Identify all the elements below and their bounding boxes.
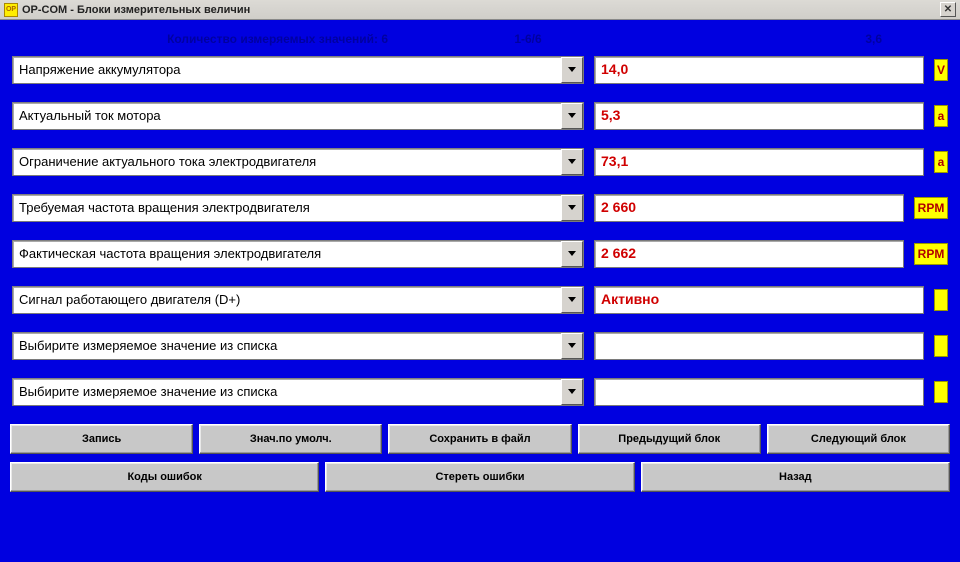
value-display: 73,1 (594, 148, 924, 176)
param-select[interactable]: Выбирите измеряемое значение из списка (12, 332, 584, 360)
save-file-button[interactable]: Сохранить в файл (388, 424, 571, 454)
param-select-text: Сигнал работающего двигателя (D+) (13, 287, 561, 313)
chevron-down-icon[interactable] (561, 103, 583, 129)
unit-label: RPM (914, 243, 948, 265)
value-display: 2 662 (594, 240, 904, 268)
param-select-text: Фактическая частота вращения электродвиг… (13, 241, 561, 267)
param-select[interactable]: Сигнал работающего двигателя (D+) (12, 286, 584, 314)
prev-block-button[interactable]: Предыдущий блок (578, 424, 761, 454)
chevron-down-icon[interactable] (561, 195, 583, 221)
chevron-down-icon[interactable] (561, 287, 583, 313)
param-select[interactable]: Фактическая частота вращения электродвиг… (12, 240, 584, 268)
param-select[interactable]: Ограничение актуального тока электродвиг… (12, 148, 584, 176)
button-row-2: Коды ошибок Стереть ошибки Назад (10, 462, 950, 492)
app-icon: OP (4, 3, 18, 17)
unit-label (934, 335, 948, 357)
clear-errors-button[interactable]: Стереть ошибки (325, 462, 634, 492)
param-select[interactable]: Напряжение аккумулятора (12, 56, 584, 84)
defaults-button[interactable]: Знач.по умолч. (199, 424, 382, 454)
value-display: Активно (594, 286, 924, 314)
unit-label (934, 289, 948, 311)
chevron-down-icon[interactable] (561, 333, 583, 359)
unit-label (934, 381, 948, 403)
chevron-down-icon[interactable] (561, 149, 583, 175)
param-select-text: Ограничение актуального тока электродвиг… (13, 149, 561, 175)
param-select-text: Напряжение аккумулятора (13, 57, 561, 83)
back-button[interactable]: Назад (641, 462, 950, 492)
measurement-rows: Напряжение аккумулятора 14,0 V Актуальный т… (10, 56, 950, 406)
unit-label: RPM (914, 197, 948, 219)
measurement-row: Фактическая частота вращения электродвиг… (10, 240, 950, 268)
param-select[interactable]: Актуальный ток мотора (12, 102, 584, 130)
record-button[interactable]: Запись (10, 424, 193, 454)
header-pace: 3,6 (628, 32, 942, 46)
unit-label: a (934, 105, 948, 127)
measurement-row: Выбирите измеряемое значение из списка (10, 332, 950, 360)
app-body: Количество измеряемых значений: 6 1-6/6 … (0, 20, 960, 562)
measurement-row: Ограничение актуального тока электродвиг… (10, 148, 950, 176)
param-select[interactable]: Выбирите измеряемое значение из списка (12, 378, 584, 406)
value-display (594, 332, 924, 360)
button-row-1: Запись Знач.по умолч. Сохранить в файл П… (10, 424, 950, 454)
unit-label: a (934, 151, 948, 173)
header-count: Количество измеряемых значений: 6 (18, 32, 428, 46)
measurement-row: Требуемая частота вращения электродвигат… (10, 194, 950, 222)
value-display: 5,3 (594, 102, 924, 130)
chevron-down-icon[interactable] (561, 57, 583, 83)
unit-label: V (934, 59, 948, 81)
param-select-text: Выбирите измеряемое значение из списка (13, 379, 561, 405)
close-button[interactable]: ✕ (940, 2, 956, 17)
measurement-row: Сигнал работающего двигателя (D+) Активно (10, 286, 950, 314)
param-select-text: Выбирите измеряемое значение из списка (13, 333, 561, 359)
measurement-row: Выбирите измеряемое значение из списка (10, 378, 950, 406)
chevron-down-icon[interactable] (561, 379, 583, 405)
window-titlebar: OP OP-COM - Блоки измерительных величин … (0, 0, 960, 20)
param-select-text: Актуальный ток мотора (13, 103, 561, 129)
value-display: 14,0 (594, 56, 924, 84)
window-title: OP-COM - Блоки измерительных величин (22, 4, 250, 16)
error-codes-button[interactable]: Коды ошибок (10, 462, 319, 492)
measurement-row: Актуальный ток мотора 5,3 a (10, 102, 950, 130)
chevron-down-icon[interactable] (561, 241, 583, 267)
next-block-button[interactable]: Следующий блок (767, 424, 950, 454)
measurement-row: Напряжение аккумулятора 14,0 V (10, 56, 950, 84)
param-select-text: Требуемая частота вращения электродвигат… (13, 195, 561, 221)
header-row: Количество измеряемых значений: 6 1-6/6 … (10, 32, 950, 46)
header-range: 1-6/6 (428, 32, 628, 46)
value-display: 2 660 (594, 194, 904, 222)
param-select[interactable]: Требуемая частота вращения электродвигат… (12, 194, 584, 222)
value-display (594, 378, 924, 406)
